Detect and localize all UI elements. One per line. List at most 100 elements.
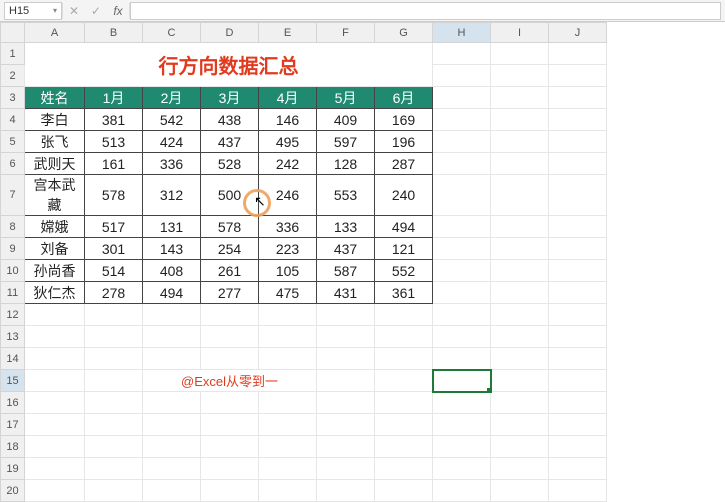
row-header[interactable]: 6 — [1, 153, 25, 175]
grid-cell[interactable] — [433, 414, 491, 436]
grid-cell[interactable] — [259, 458, 317, 480]
col-header[interactable]: B — [85, 23, 143, 43]
fx-icon[interactable]: fx — [107, 4, 129, 18]
grid-cell[interactable] — [143, 304, 201, 326]
row-header[interactable]: 7 — [1, 175, 25, 216]
name-cell[interactable]: 李白 — [25, 109, 85, 131]
grid-cell[interactable] — [375, 436, 433, 458]
formula-input[interactable] — [130, 2, 721, 20]
col-header[interactable]: J — [549, 23, 607, 43]
grid-cell[interactable] — [201, 326, 259, 348]
value-cell[interactable]: 475 — [259, 282, 317, 304]
sheet-title[interactable]: 行方向数据汇总 — [25, 43, 433, 87]
grid-cell[interactable] — [85, 436, 143, 458]
grid-cell[interactable] — [549, 216, 607, 238]
grid-cell[interactable] — [549, 43, 607, 65]
value-cell[interactable]: 513 — [85, 131, 143, 153]
grid-cell[interactable] — [259, 348, 317, 370]
grid-cell[interactable] — [201, 480, 259, 502]
value-cell[interactable]: 424 — [143, 131, 201, 153]
col-header[interactable]: C — [143, 23, 201, 43]
grid-cell[interactable] — [549, 414, 607, 436]
grid-cell[interactable] — [201, 458, 259, 480]
grid-cell[interactable] — [433, 436, 491, 458]
row-header[interactable]: 9 — [1, 238, 25, 260]
grid-cell[interactable] — [143, 414, 201, 436]
grid-cell[interactable] — [317, 348, 375, 370]
grid-cell[interactable] — [25, 348, 85, 370]
grid-cell[interactable] — [143, 458, 201, 480]
row-header[interactable]: 18 — [1, 436, 25, 458]
col-header[interactable]: E — [259, 23, 317, 43]
grid-cell[interactable] — [259, 326, 317, 348]
grid-cell[interactable] — [549, 326, 607, 348]
col-header[interactable]: G — [375, 23, 433, 43]
grid-cell[interactable] — [433, 480, 491, 502]
value-cell[interactable]: 242 — [259, 153, 317, 175]
grid-cell[interactable] — [549, 304, 607, 326]
value-cell[interactable]: 261 — [201, 260, 259, 282]
grid-cell[interactable] — [375, 414, 433, 436]
grid-cell[interactable] — [375, 392, 433, 414]
name-cell[interactable]: 武则天 — [25, 153, 85, 175]
value-cell[interactable]: 587 — [317, 260, 375, 282]
value-cell[interactable]: 495 — [259, 131, 317, 153]
grid-cell[interactable] — [317, 458, 375, 480]
grid-cell[interactable] — [549, 260, 607, 282]
grid-cell[interactable] — [491, 109, 549, 131]
grid-cell[interactable] — [549, 131, 607, 153]
grid-cell[interactable] — [549, 175, 607, 216]
value-cell[interactable]: 143 — [143, 238, 201, 260]
value-cell[interactable]: 409 — [317, 109, 375, 131]
value-cell[interactable]: 105 — [259, 260, 317, 282]
value-cell[interactable]: 121 — [375, 238, 433, 260]
grid-cell[interactable] — [491, 260, 549, 282]
table-header[interactable]: 姓名 — [25, 87, 85, 109]
value-cell[interactable]: 494 — [143, 282, 201, 304]
grid-cell[interactable] — [317, 326, 375, 348]
table-header[interactable]: 1月 — [85, 87, 143, 109]
grid-cell[interactable] — [433, 131, 491, 153]
value-cell[interactable]: 336 — [259, 216, 317, 238]
grid-cell[interactable] — [491, 87, 549, 109]
grid-cell[interactable] — [433, 43, 491, 65]
col-header[interactable]: H — [433, 23, 491, 43]
value-cell[interactable]: 128 — [317, 153, 375, 175]
chevron-down-icon[interactable]: ▾ — [53, 6, 57, 15]
value-cell[interactable]: 312 — [143, 175, 201, 216]
value-cell[interactable]: 578 — [85, 175, 143, 216]
grid-cell[interactable] — [143, 436, 201, 458]
grid-cell[interactable] — [375, 458, 433, 480]
value-cell[interactable]: 437 — [317, 238, 375, 260]
value-cell[interactable]: 133 — [317, 216, 375, 238]
value-cell[interactable]: 223 — [259, 238, 317, 260]
table-header[interactable]: 6月 — [375, 87, 433, 109]
grid-cell[interactable] — [433, 348, 491, 370]
row-header[interactable]: 2 — [1, 65, 25, 87]
value-cell[interactable]: 514 — [85, 260, 143, 282]
value-cell[interactable]: 431 — [317, 282, 375, 304]
grid-cell[interactable] — [491, 414, 549, 436]
grid-cell[interactable] — [317, 480, 375, 502]
grid-cell[interactable] — [375, 370, 433, 392]
value-cell[interactable]: 301 — [85, 238, 143, 260]
grid-cell[interactable] — [433, 109, 491, 131]
row-header[interactable]: 14 — [1, 348, 25, 370]
row-header[interactable]: 3 — [1, 87, 25, 109]
grid-cell[interactable] — [549, 392, 607, 414]
grid-cell[interactable] — [433, 260, 491, 282]
grid-cell[interactable] — [201, 414, 259, 436]
grid-cell[interactable] — [549, 348, 607, 370]
name-cell[interactable]: 刘备 — [25, 238, 85, 260]
value-cell[interactable]: 254 — [201, 238, 259, 260]
value-cell[interactable]: 381 — [85, 109, 143, 131]
grid-cell[interactable] — [491, 480, 549, 502]
grid-cell[interactable] — [143, 348, 201, 370]
value-cell[interactable]: 552 — [375, 260, 433, 282]
grid-cell[interactable] — [85, 458, 143, 480]
grid-cell[interactable] — [25, 436, 85, 458]
grid-cell[interactable] — [375, 480, 433, 502]
table-header[interactable]: 2月 — [143, 87, 201, 109]
grid-cell[interactable] — [25, 458, 85, 480]
grid-cell[interactable] — [491, 175, 549, 216]
